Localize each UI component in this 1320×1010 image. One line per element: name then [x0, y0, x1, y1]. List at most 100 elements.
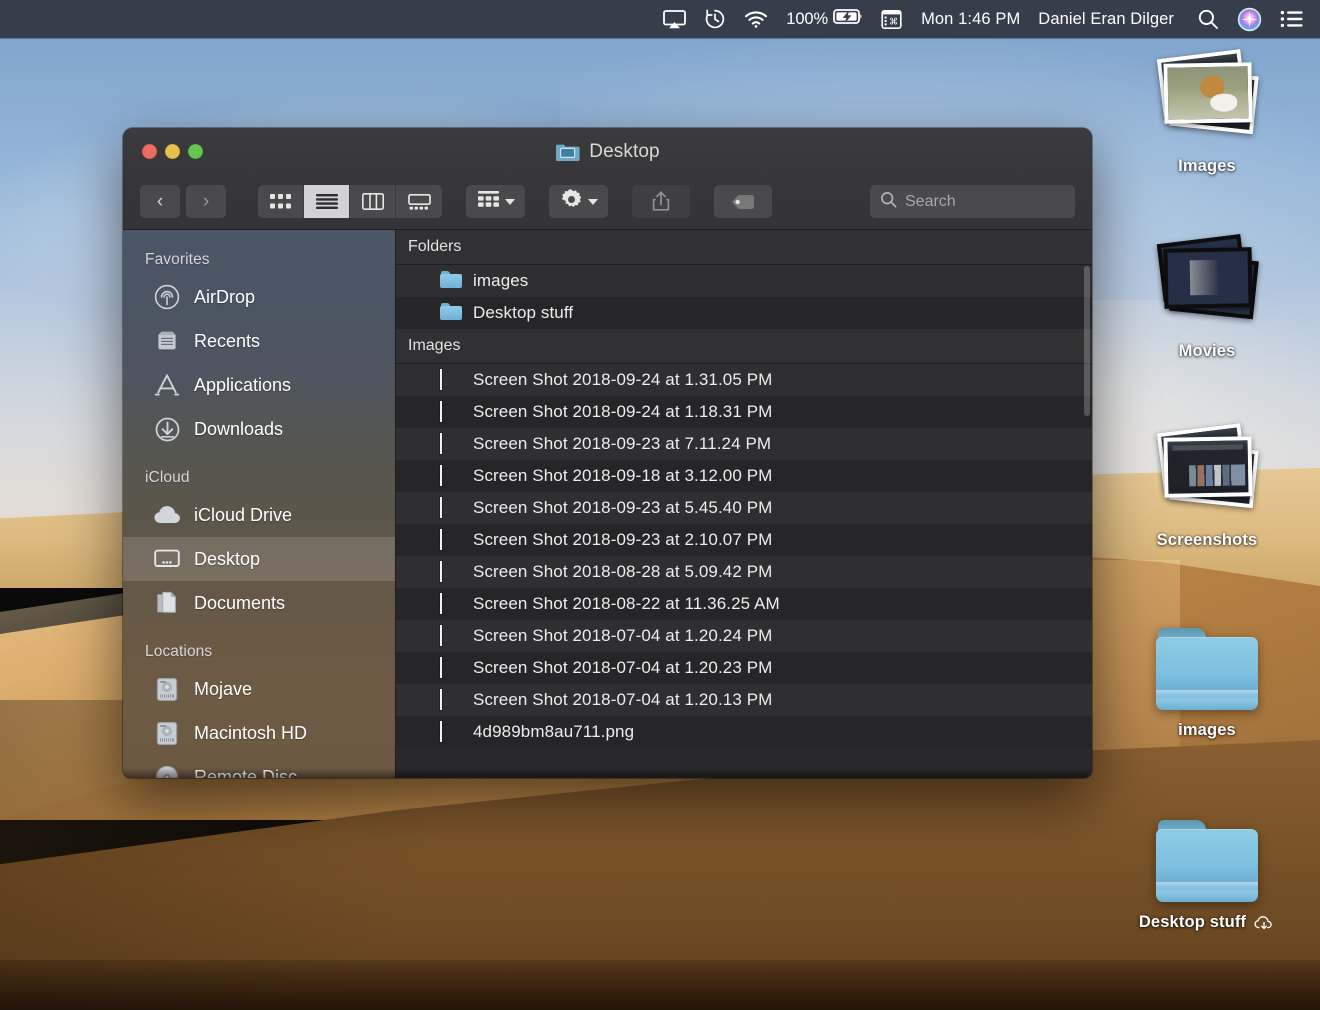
time-machine-icon[interactable] — [695, 0, 735, 38]
sidebar-item-label: Desktop — [194, 548, 261, 569]
tags-button[interactable] — [714, 185, 772, 218]
table-row[interactable]: Screen Shot 2018-08-22 at 11.36.25 AM — [396, 588, 1092, 620]
desktop-icon-desktop-stuff[interactable]: Desktop stuff — [1122, 820, 1292, 932]
image-thumbnail-icon — [440, 593, 462, 614]
image-thumbnail-icon — [440, 689, 462, 710]
desktop-icon-images-folder[interactable]: images — [1122, 628, 1292, 740]
column-view-button[interactable] — [350, 185, 396, 218]
desktop-icon — [153, 546, 181, 572]
sidebar-item-icloud-drive[interactable]: iCloud Drive — [123, 493, 395, 537]
finder-toolbar: ‹ › Search — [123, 174, 1092, 230]
file-name: images — [473, 271, 529, 290]
photo-stack-icon — [1154, 49, 1260, 146]
desktop-icon-screenshots[interactable]: Screenshots — [1122, 423, 1292, 550]
hard-drive-icon — [153, 720, 181, 746]
image-thumbnail-icon — [440, 721, 462, 742]
table-row[interactable]: images — [396, 265, 1092, 297]
image-thumbnail-icon — [440, 465, 462, 486]
table-row[interactable]: Screen Shot 2018-09-23 at 5.45.40 PM — [396, 492, 1092, 524]
sidebar-item-airdrop[interactable]: AirDrop — [123, 275, 395, 319]
menu-bar-user[interactable]: Daniel Eran Dilger — [1032, 0, 1188, 38]
window-titlebar[interactable]: Desktop — [123, 128, 1092, 174]
icloud-icon — [153, 502, 181, 528]
file-name: Screen Shot 2018-09-23 at 5.45.40 PM — [473, 498, 773, 517]
image-thumbnail-icon — [440, 657, 462, 678]
navigation-buttons: ‹ › — [140, 185, 226, 218]
menu-bar: 100% ⌘ Mon 1:46 PM Daniel Eran Dilger — [0, 0, 1320, 38]
sidebar-section-icloud: iCloud — [145, 469, 190, 486]
table-row[interactable]: Screen Shot 2018-09-23 at 2.10.07 PM — [396, 524, 1092, 556]
search-input[interactable]: Search — [905, 193, 956, 211]
desktop-icon-label: images — [1178, 721, 1236, 739]
table-row[interactable]: Screen Shot 2018-09-23 at 7.11.24 PM — [396, 428, 1092, 460]
file-name: 4d989bm8au711.png — [473, 722, 635, 741]
action-gear-button[interactable] — [549, 185, 608, 218]
table-row[interactable]: 4d989bm8au711.png — [396, 716, 1092, 748]
desktop-icon-movies[interactable]: Movies — [1122, 234, 1292, 361]
file-name: Screen Shot 2018-09-23 at 2.10.07 PM — [473, 530, 773, 549]
file-name: Screen Shot 2018-09-18 at 3.12.00 PM — [473, 466, 773, 485]
wifi-icon[interactable] — [735, 0, 777, 38]
table-row[interactable]: Screen Shot 2018-07-04 at 1.20.23 PM — [396, 652, 1092, 684]
forward-button[interactable]: › — [186, 185, 226, 218]
folder-icon — [1156, 628, 1258, 710]
sidebar-item-remote-disc[interactable]: Remote Disc — [123, 755, 395, 778]
icloud-download-icon — [1253, 915, 1275, 931]
input-source-icon[interactable]: ⌘ — [872, 0, 911, 38]
list-view-button[interactable] — [304, 185, 350, 218]
sidebar-item-label: Remote Disc — [194, 766, 298, 779]
movie-stack-icon — [1154, 234, 1260, 331]
siri-icon[interactable] — [1228, 0, 1271, 38]
file-list-scrollbar[interactable] — [1084, 266, 1090, 416]
file-name: Screen Shot 2018-09-24 at 1.31.05 PM — [473, 370, 773, 389]
search-field[interactable]: Search — [870, 185, 1075, 218]
spotlight-icon[interactable] — [1188, 0, 1228, 38]
image-thumbnail-icon — [440, 529, 462, 550]
sidebar-item-label: Mojave — [194, 678, 253, 699]
file-name: Screen Shot 2018-08-28 at 5.09.42 PM — [473, 562, 773, 581]
image-thumbnail-icon — [440, 497, 462, 518]
sidebar-item-desktop[interactable]: Desktop — [123, 537, 395, 581]
table-row[interactable]: Desktop stuff — [396, 297, 1092, 329]
file-list[interactable]: Folders images Desktop stuff Images Scre… — [396, 230, 1092, 778]
airplay-icon[interactable] — [654, 0, 695, 38]
finder-window[interactable]: Desktop ‹ › Search Favorites AirDrop Rec… — [123, 128, 1092, 778]
battery-status[interactable]: 100% — [777, 0, 872, 38]
share-button[interactable] — [632, 185, 690, 218]
desktop-icon-images[interactable]: Images — [1122, 49, 1292, 176]
image-thumbnail-icon — [440, 625, 462, 646]
sidebar-item-downloads[interactable]: Downloads — [123, 407, 395, 451]
disc-icon — [153, 764, 181, 778]
sidebar-item-macintosh-hd[interactable]: Macintosh HD — [123, 711, 395, 755]
file-name: Screen Shot 2018-08-22 at 11.36.25 AM — [473, 594, 780, 613]
table-row[interactable]: Screen Shot 2018-07-04 at 1.20.24 PM — [396, 620, 1092, 652]
documents-icon — [153, 590, 181, 616]
hard-drive-icon — [153, 676, 181, 702]
battery-percent: 100% — [786, 9, 829, 28]
table-row[interactable]: Screen Shot 2018-09-24 at 1.18.31 PM — [396, 396, 1092, 428]
file-name: Screen Shot 2018-07-04 at 1.20.23 PM — [473, 658, 773, 677]
finder-body: Favorites AirDrop Recents Applications D… — [123, 230, 1092, 778]
table-row[interactable]: Screen Shot 2018-07-04 at 1.20.13 PM — [396, 684, 1092, 716]
back-button[interactable]: ‹ — [140, 185, 180, 218]
table-row[interactable]: Screen Shot 2018-09-24 at 1.31.05 PM — [396, 364, 1092, 396]
group-by-button[interactable] — [466, 185, 525, 218]
sidebar-item-label: AirDrop — [194, 286, 256, 307]
sidebar-item-documents[interactable]: Documents — [123, 581, 395, 625]
desktop-icon-label: Screenshots — [1156, 531, 1258, 549]
finder-sidebar: Favorites AirDrop Recents Applications D… — [123, 230, 396, 778]
sidebar-item-mojave[interactable]: Mojave — [123, 667, 395, 711]
icon-view-button[interactable] — [258, 185, 304, 218]
table-row[interactable]: Screen Shot 2018-08-28 at 5.09.42 PM — [396, 556, 1092, 588]
sidebar-item-recents[interactable]: Recents — [123, 319, 395, 363]
sidebar-item-label: Macintosh HD — [194, 722, 308, 743]
gallery-view-button[interactable] — [396, 185, 442, 218]
sidebar-item-applications[interactable]: Applications — [123, 363, 395, 407]
menu-bar-clock[interactable]: Mon 1:46 PM — [911, 0, 1032, 38]
table-row[interactable]: Screen Shot 2018-09-18 at 3.12.00 PM — [396, 460, 1092, 492]
group-header-folders: Folders — [396, 230, 1092, 265]
sidebar-section-favorites: Favorites — [145, 251, 210, 268]
desktop-icon-label: Images — [1178, 157, 1236, 175]
folder-icon — [440, 271, 462, 291]
control-center-icon[interactable] — [1271, 0, 1320, 38]
